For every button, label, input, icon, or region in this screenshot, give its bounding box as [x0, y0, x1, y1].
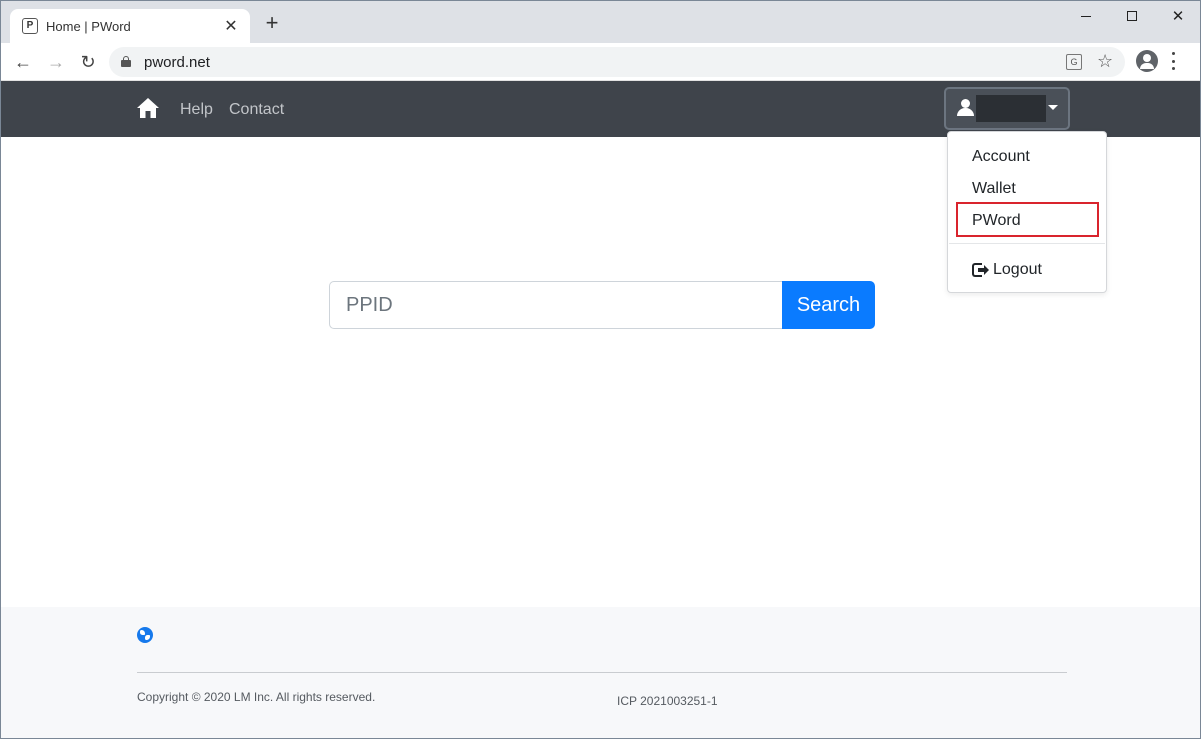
contact-link[interactable]: Contact: [229, 101, 284, 119]
tab-strip: P Home | PWord ✕ + ✕: [1, 1, 1200, 43]
tab-home[interactable]: P Home | PWord ✕: [10, 9, 250, 43]
reload-icon[interactable]: ↻: [77, 51, 99, 73]
user-dropdown-menu: Account Wallet PWord Logout: [947, 131, 1107, 293]
close-tab-icon[interactable]: ✕: [222, 17, 240, 35]
user-icon: [957, 99, 974, 117]
back-arrow-icon[interactable]: ←: [12, 51, 34, 73]
icp-text: ICP 2021003251-1: [617, 694, 718, 708]
favicon-icon: P: [22, 18, 38, 34]
menu-item-logout[interactable]: Logout: [972, 261, 1042, 279]
new-tab-button[interactable]: +: [261, 12, 283, 35]
translate-icon[interactable]: G: [1066, 54, 1082, 70]
logout-label: Logout: [993, 261, 1042, 278]
star-icon[interactable]: ☆: [1097, 51, 1113, 72]
minimize-icon: [1081, 15, 1091, 17]
ppid-search-input[interactable]: [329, 281, 783, 329]
logout-icon: [972, 263, 989, 277]
tab-title: Home | PWord: [46, 19, 131, 34]
search-button[interactable]: Search: [782, 281, 875, 329]
home-icon[interactable]: [136, 97, 160, 119]
menu-item-account[interactable]: Account: [972, 148, 1030, 166]
lock-icon[interactable]: [121, 56, 131, 67]
browser-window: P Home | PWord ✕ + ✕ ← → ↻ pword.net G ☆…: [0, 0, 1201, 739]
forward-arrow-icon[interactable]: →: [45, 51, 67, 73]
browser-toolbar: ← → ↻ pword.net G ☆: [1, 43, 1200, 81]
user-menu-button[interactable]: [944, 87, 1070, 130]
copyright-text: Copyright © 2020 LM Inc. All rights rese…: [137, 690, 376, 704]
help-link[interactable]: Help: [180, 101, 213, 119]
url-text[interactable]: pword.net: [144, 54, 210, 71]
minimize-button[interactable]: [1063, 1, 1109, 31]
menu-icon[interactable]: [1171, 52, 1175, 70]
globe-icon[interactable]: [137, 627, 153, 643]
site-footer: Copyright © 2020 LM Inc. All rights rese…: [1, 607, 1200, 738]
menu-item-pword[interactable]: PWord: [972, 212, 1021, 230]
address-bar[interactable]: pword.net G ☆: [109, 47, 1125, 77]
username-redacted: [976, 95, 1046, 122]
close-window-icon: ✕: [1171, 7, 1185, 25]
maximize-icon: [1127, 11, 1137, 21]
footer-divider: [137, 672, 1067, 673]
site-navbar: Help Contact: [1, 81, 1200, 137]
close-window-button[interactable]: ✕: [1155, 1, 1200, 31]
menu-divider: [949, 243, 1105, 244]
maximize-button[interactable]: [1109, 1, 1155, 31]
caret-down-icon: [1048, 105, 1058, 110]
profile-icon[interactable]: [1136, 50, 1158, 72]
menu-item-wallet[interactable]: Wallet: [972, 180, 1016, 198]
